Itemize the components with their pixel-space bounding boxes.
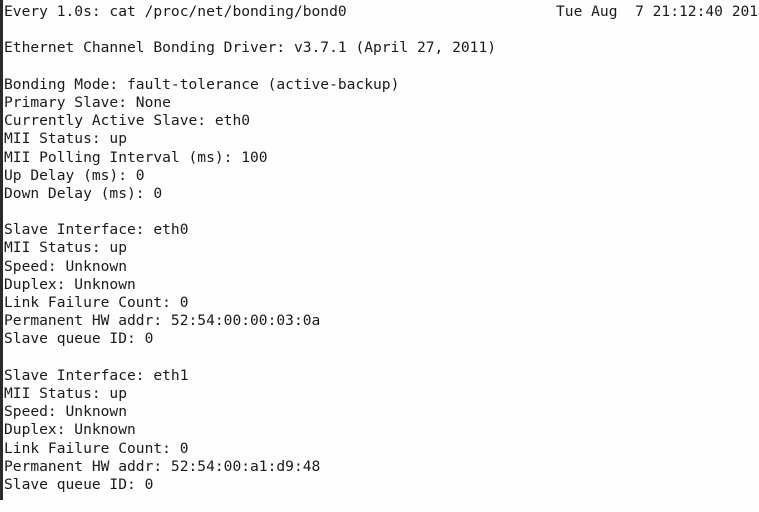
output-line-active-slave: Currently Active Slave: eth0 [4, 112, 251, 130]
output-line-slave0-link-failure: Link Failure Count: 0 [4, 294, 189, 311]
output-line-blank-1 [4, 58, 759, 76]
output-line-bonding-mode: Bonding Mode: fault-tolerance (active-ba… [4, 75, 400, 93]
watch-header-line: Every 1.0s: cat /proc/net/bonding/bond0 … [4, 3, 759, 21]
terminal-window[interactable]: Every 1.0s: cat /proc/net/bonding/bond0 … [0, 0, 759, 512]
output-line-slave0-interface: Slave Interface: eth0 [4, 221, 189, 239]
output-line-slave1-link-failure: Link Failure Count: 0 [4, 439, 189, 457]
output-line-slave1-interface: Slave Interface: eth1 [4, 366, 189, 384]
output-line-slave0-hw-addr: Permanent HW addr: 52:54:00:00:03:0a [4, 312, 321, 330]
terminal-left-edge-bar [0, 0, 3, 500]
output-line-slave1-hw-addr: Permanent HW addr: 52:54:00:a1:d9:48 [4, 457, 321, 475]
output-line-mii-polling: MII Polling Interval (ms): 100 [4, 148, 268, 166]
output-line-up-delay: Up Delay (ms): 0 [4, 166, 145, 184]
output-line-slave0-queue-id: Slave queue ID: 0 [4, 330, 154, 348]
output-line-mii-status: MII Status: up [4, 130, 128, 148]
output-line-driver: Ethernet Channel Bonding Driver: v3.7.1 … [4, 39, 497, 57]
output-line-primary-slave: Primary Slave: None [4, 93, 171, 111]
output-line-slave0-duplex: Duplex: Unknown [4, 275, 136, 293]
output-line-slave1-duplex: Duplex: Unknown [4, 421, 136, 439]
output-line-slave0-speed: Speed: Unknown [4, 257, 128, 275]
terminal-screen[interactable]: Every 1.0s: cat /proc/net/bonding/bond0 … [4, 3, 759, 512]
output-line-blank-3 [4, 349, 759, 367]
output-line-slave1-mii-status: MII Status: up [4, 384, 128, 402]
output-line-slave0-mii-status: MII Status: up [4, 239, 128, 257]
output-line-slave1-queue-id: Slave queue ID: 0 [4, 475, 154, 493]
output-line-blank-2 [4, 203, 759, 221]
output-line-spacer [4, 21, 759, 39]
output-line-down-delay: Down Delay (ms): 0 [4, 184, 163, 202]
watch-timestamp-text: Tue Aug 7 21:12:40 201 [556, 3, 759, 20]
watch-command-text: Every 1.0s: cat /proc/net/bonding/bond0 [4, 3, 347, 20]
output-line-slave1-speed: Speed: Unknown [4, 403, 128, 421]
